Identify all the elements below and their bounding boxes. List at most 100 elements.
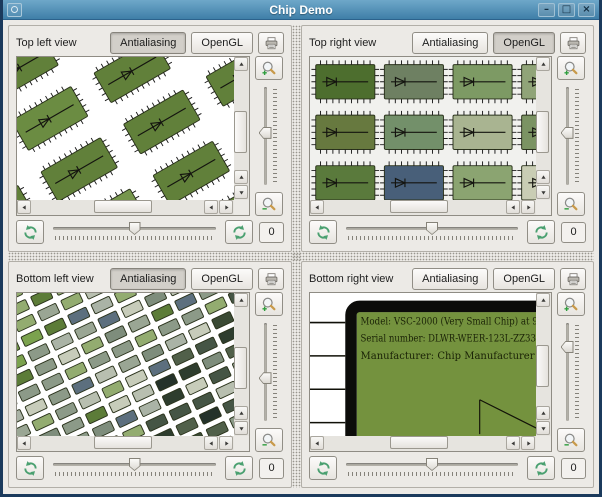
graphics-view[interactable]: [16, 292, 250, 452]
rotate-slider[interactable]: [50, 219, 219, 245]
zoom-slider-thumb[interactable]: [258, 126, 272, 139]
rotate-right-button[interactable]: [225, 456, 253, 480]
scroll-left-button[interactable]: [310, 436, 324, 450]
rotate-slider[interactable]: [343, 219, 521, 245]
rotate-slider-thumb[interactable]: [128, 222, 141, 235]
rotate-left-button[interactable]: [309, 456, 337, 480]
scroll-up-button[interactable]: [536, 170, 550, 184]
rotate-slider[interactable]: [50, 455, 219, 481]
scroll-up-button[interactable]: [234, 293, 248, 307]
rotate-right-button[interactable]: [225, 220, 253, 244]
rotate-slider-thumb[interactable]: [426, 458, 438, 471]
opengl-button[interactable]: OpenGL: [493, 32, 555, 54]
scroll-track[interactable]: [325, 436, 506, 451]
scroll-track[interactable]: [234, 72, 249, 170]
print-button[interactable]: [258, 268, 284, 290]
scroll-thumb[interactable]: [234, 347, 247, 390]
scroll-left-button[interactable]: [204, 436, 218, 450]
scroll-left-button[interactable]: [17, 436, 31, 450]
rotate-slider-thumb[interactable]: [426, 222, 438, 235]
scroll-right-button[interactable]: [521, 436, 535, 450]
vertical-scrollbar[interactable]: [234, 57, 249, 200]
zoom-slider[interactable]: [256, 320, 282, 424]
scroll-left-button[interactable]: [17, 200, 31, 214]
print-button[interactable]: [560, 32, 586, 54]
scroll-right-button[interactable]: [219, 200, 233, 214]
scroll-thumb[interactable]: [93, 436, 152, 449]
zoom-slider-thumb[interactable]: [560, 341, 574, 354]
antialiasing-button[interactable]: Antialiasing: [412, 268, 489, 290]
zoom-slider[interactable]: [558, 84, 584, 188]
zoom-in-button[interactable]: [254, 292, 283, 316]
vertical-scrollbar[interactable]: [536, 293, 551, 436]
print-button[interactable]: [258, 32, 284, 54]
titlebar[interactable]: Chip Demo – □ ×: [3, 0, 599, 20]
scroll-thumb[interactable]: [234, 111, 247, 154]
rotate-slider-thumb[interactable]: [128, 458, 141, 471]
scroll-track[interactable]: [32, 436, 204, 451]
zoom-out-button[interactable]: [556, 192, 585, 216]
scroll-thumb[interactable]: [93, 200, 152, 213]
zoom-out-button[interactable]: [254, 428, 283, 452]
scroll-up-button[interactable]: [234, 406, 248, 420]
rotate-right-button[interactable]: [527, 456, 555, 480]
print-button[interactable]: [560, 268, 586, 290]
scroll-down-button[interactable]: [536, 185, 550, 199]
scroll-up-button[interactable]: [234, 170, 248, 184]
scroll-left-button[interactable]: [506, 436, 520, 450]
zoom-out-button[interactable]: [556, 428, 585, 452]
scroll-track[interactable]: [536, 308, 551, 406]
scroll-track[interactable]: [325, 200, 506, 215]
opengl-button[interactable]: OpenGL: [191, 268, 253, 290]
rotate-slider[interactable]: [343, 455, 521, 481]
opengl-button[interactable]: OpenGL: [191, 32, 253, 54]
graphics-view[interactable]: [309, 56, 552, 216]
horizontal-scrollbar[interactable]: [17, 436, 234, 451]
maximize-button[interactable]: □: [558, 2, 575, 17]
zoom-slider-thumb[interactable]: [560, 126, 574, 139]
window-menu-button[interactable]: [7, 2, 22, 17]
vertical-scrollbar[interactable]: [536, 57, 551, 200]
antialiasing-button[interactable]: Antialiasing: [110, 268, 187, 290]
graphics-view[interactable]: [16, 56, 250, 216]
scroll-track[interactable]: [536, 72, 551, 170]
scroll-up-button[interactable]: [234, 57, 248, 71]
zoom-slider[interactable]: [558, 320, 584, 424]
close-button[interactable]: ×: [578, 2, 595, 17]
scroll-left-button[interactable]: [204, 200, 218, 214]
graphics-view[interactable]: Model: VSC-2000 (Very Small Chip) at 9 Se…: [309, 292, 552, 452]
scroll-thumb[interactable]: [536, 111, 549, 154]
rotate-left-button[interactable]: [309, 220, 337, 244]
zoom-in-button[interactable]: [254, 56, 283, 80]
scroll-up-button[interactable]: [536, 406, 550, 420]
scroll-left-button[interactable]: [310, 200, 324, 214]
zoom-in-button[interactable]: [556, 292, 585, 316]
scroll-left-button[interactable]: [506, 200, 520, 214]
vertical-scrollbar[interactable]: [234, 293, 249, 436]
scroll-down-button[interactable]: [536, 421, 550, 435]
horizontal-scrollbar[interactable]: [17, 200, 234, 215]
zoom-slider[interactable]: [256, 84, 282, 188]
zoom-in-button[interactable]: [556, 56, 585, 80]
scroll-right-button[interactable]: [219, 436, 233, 450]
scroll-thumb[interactable]: [390, 436, 449, 449]
scroll-thumb[interactable]: [536, 345, 549, 388]
zoom-out-button[interactable]: [254, 192, 283, 216]
horizontal-scrollbar[interactable]: [310, 200, 536, 215]
horizontal-scrollbar[interactable]: [310, 436, 536, 451]
minimize-button[interactable]: –: [538, 2, 555, 17]
zoom-slider-thumb[interactable]: [258, 372, 272, 385]
opengl-button[interactable]: OpenGL: [493, 268, 555, 290]
rotate-right-button[interactable]: [527, 220, 555, 244]
scroll-right-button[interactable]: [521, 200, 535, 214]
scroll-thumb[interactable]: [390, 200, 449, 213]
scroll-down-button[interactable]: [234, 185, 248, 199]
antialiasing-button[interactable]: Antialiasing: [110, 32, 187, 54]
scroll-track[interactable]: [32, 200, 204, 215]
scroll-track[interactable]: [234, 308, 249, 406]
splitter-horizontal-handle[interactable]: [8, 252, 594, 261]
scroll-down-button[interactable]: [234, 421, 248, 435]
scroll-up-button[interactable]: [536, 293, 550, 307]
antialiasing-button[interactable]: Antialiasing: [412, 32, 489, 54]
rotate-left-button[interactable]: [16, 456, 44, 480]
